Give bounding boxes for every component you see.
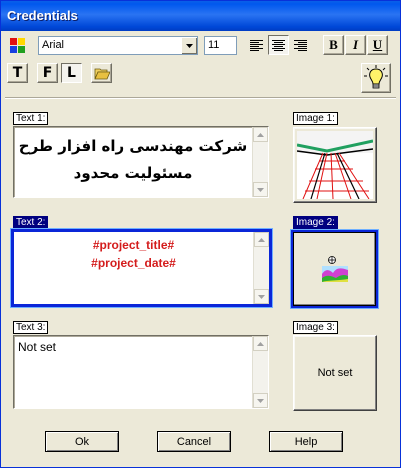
text-type-l-button[interactable]: L bbox=[61, 63, 82, 83]
image2-label: Image 2: bbox=[293, 216, 338, 229]
text1-label: Text 1: bbox=[13, 112, 49, 125]
text3-scrollbar[interactable] bbox=[252, 336, 268, 408]
text-type-t-button[interactable]: T bbox=[7, 63, 28, 83]
image3-label: Image 3: bbox=[293, 321, 338, 334]
scroll-down-icon[interactable] bbox=[254, 289, 269, 304]
image1-button[interactable] bbox=[293, 127, 377, 203]
terrain-map-icon bbox=[321, 256, 348, 282]
text2-label: Text 2: bbox=[13, 216, 49, 229]
open-folder-icon bbox=[93, 68, 110, 79]
ok-button[interactable]: Ok bbox=[45, 431, 119, 452]
italic-label: I bbox=[352, 37, 359, 52]
scroll-down-icon[interactable] bbox=[253, 182, 268, 197]
scroll-up-icon[interactable] bbox=[254, 232, 269, 247]
text2-line: #project_date# bbox=[91, 256, 176, 270]
text-type-f-button[interactable]: F bbox=[37, 63, 58, 83]
text2-line: #project_title# bbox=[92, 238, 175, 252]
font-name-value: Arial bbox=[42, 39, 65, 51]
underline-button[interactable]: U bbox=[367, 35, 388, 55]
open-folder-button[interactable] bbox=[91, 63, 112, 83]
italic-button[interactable]: I bbox=[345, 35, 366, 55]
bold-button[interactable]: B bbox=[323, 35, 344, 55]
credentials-dialog: Credentials Arial 11 B I U T F L Text 1:… bbox=[0, 0, 401, 468]
help-button[interactable]: Help bbox=[269, 431, 343, 452]
light-bulb-icon bbox=[364, 65, 388, 89]
type-f-label: F bbox=[42, 65, 53, 81]
title-bar: Credentials bbox=[1, 1, 400, 31]
cancel-button[interactable]: Cancel bbox=[157, 431, 231, 452]
align-right-button[interactable] bbox=[290, 35, 311, 55]
type-t-label: T bbox=[12, 65, 23, 81]
window-title: Credentials bbox=[7, 8, 78, 23]
cancel-label: Cancel bbox=[176, 435, 212, 448]
ok-label: Ok bbox=[74, 435, 90, 448]
color-palette-icon[interactable] bbox=[7, 35, 28, 55]
text2-field[interactable]: #project_title# #project_date# bbox=[10, 228, 273, 308]
text3-value: Not set bbox=[18, 340, 57, 354]
font-size-value: 11 bbox=[208, 39, 220, 51]
underline-label: U bbox=[372, 37, 383, 52]
chevron-down-icon[interactable] bbox=[181, 37, 197, 54]
light-bulb-button[interactable] bbox=[361, 63, 391, 93]
text3-label: Text 3: bbox=[13, 321, 49, 334]
text1-line: مسئولیت محدود bbox=[73, 164, 193, 182]
image3-value: Not set bbox=[317, 367, 353, 379]
type-l-label: L bbox=[67, 65, 76, 81]
text1-field[interactable]: شرکت مهندسی راه افزار طرح مسئولیت محدود bbox=[13, 126, 269, 198]
help-label: Help bbox=[294, 435, 318, 448]
bold-label: B bbox=[329, 37, 338, 52]
road-3d-preview-icon bbox=[297, 131, 373, 199]
align-left-icon bbox=[250, 39, 263, 51]
align-left-button[interactable] bbox=[246, 35, 267, 55]
text3-field[interactable]: Not set bbox=[13, 335, 269, 409]
image3-button[interactable]: Not set bbox=[293, 335, 377, 411]
image2-button[interactable] bbox=[290, 229, 379, 309]
scroll-down-icon[interactable] bbox=[253, 393, 268, 408]
text1-scrollbar[interactable] bbox=[252, 127, 268, 197]
font-size-input[interactable]: 11 bbox=[204, 36, 237, 55]
align-right-icon bbox=[294, 39, 307, 51]
text2-scrollbar[interactable] bbox=[253, 232, 269, 304]
font-name-select[interactable]: Arial bbox=[38, 36, 198, 55]
toolbar-divider bbox=[5, 97, 396, 99]
scroll-up-icon[interactable] bbox=[253, 127, 268, 142]
align-center-icon bbox=[272, 39, 285, 51]
image1-label: Image 1: bbox=[293, 112, 338, 125]
text1-line: شرکت مهندسی راه افزار طرح bbox=[18, 137, 248, 155]
scroll-up-icon[interactable] bbox=[253, 336, 268, 351]
align-center-button[interactable] bbox=[268, 35, 289, 55]
